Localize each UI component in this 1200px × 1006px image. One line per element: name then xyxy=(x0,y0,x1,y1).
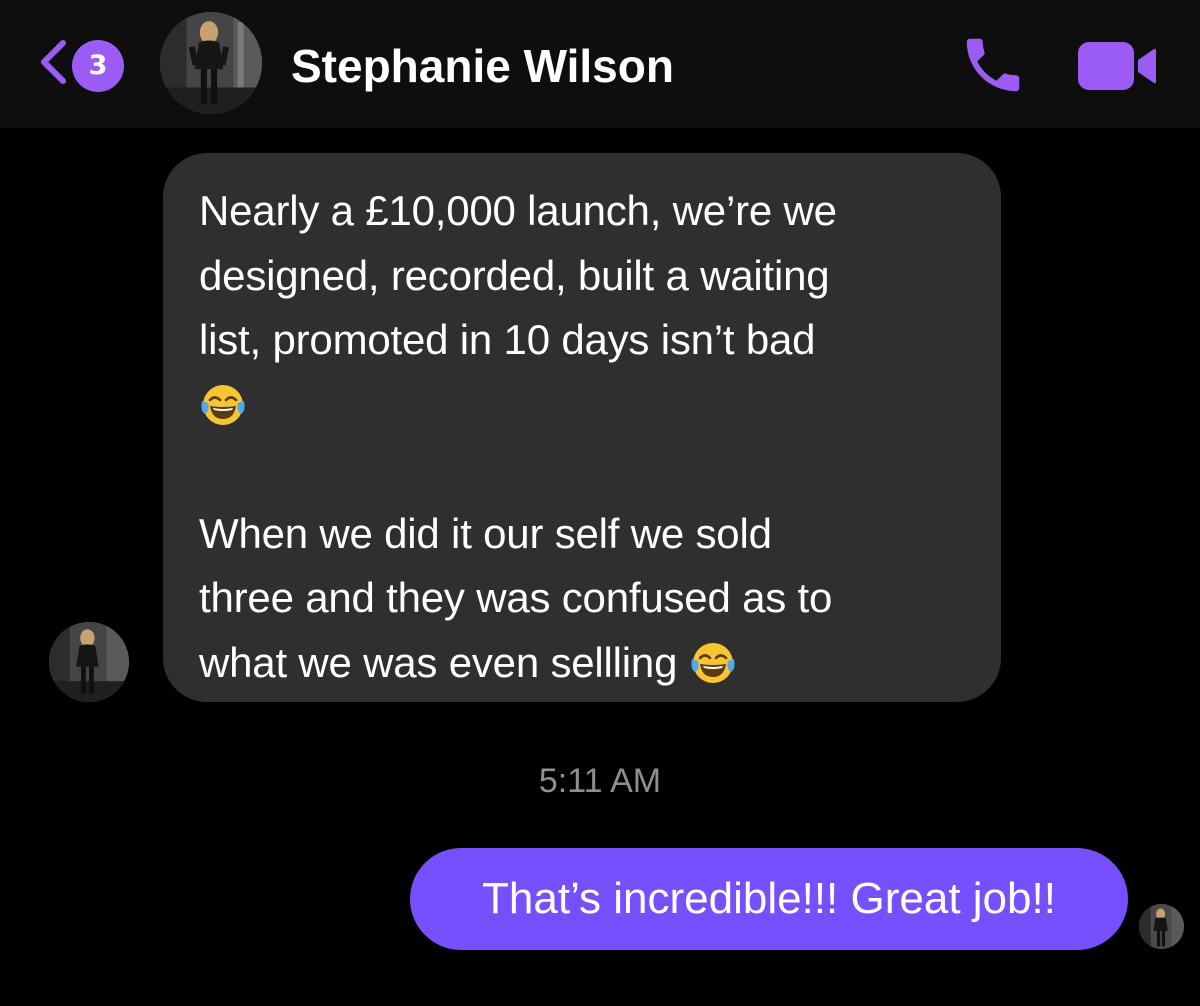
laughing-tears-emoji-icon xyxy=(691,642,735,683)
incoming-message-bubble[interactable]: Nearly a £10,000 launch, we’re we design… xyxy=(163,153,1001,702)
message-line: three and they was confused as to xyxy=(199,574,833,621)
message-emoji-line xyxy=(199,373,971,438)
contact-avatar[interactable] xyxy=(160,12,262,114)
message-timestamp: 5:11 AM xyxy=(538,762,662,800)
read-receipt-avatar xyxy=(1139,904,1184,949)
video-camera-icon[interactable] xyxy=(1076,38,1158,94)
sender-avatar[interactable] xyxy=(49,622,129,702)
chat-header: 3 Stephanie Wilson xyxy=(0,0,1200,128)
avatar-photo xyxy=(1139,904,1184,949)
message-line: designed, recorded, built a waiting xyxy=(199,251,830,299)
phone-icon[interactable] xyxy=(958,30,1028,100)
message-line: list, promoted in 10 days isn’t bad xyxy=(199,316,816,363)
chevron-left-icon[interactable] xyxy=(34,38,74,86)
message-line-with-emoji: what we was even sellling xyxy=(199,631,971,696)
unread-count-badge[interactable]: 3 xyxy=(72,40,124,92)
contact-name[interactable]: Stephanie Wilson xyxy=(291,38,674,94)
avatar-photo xyxy=(49,622,129,702)
avatar-photo xyxy=(160,12,262,114)
message-line: what we was even sellling xyxy=(199,638,678,686)
message-line: Nearly a £10,000 launch, we’re we xyxy=(199,187,837,234)
outgoing-message-bubble[interactable]: That’s incredible!!! Great job!! xyxy=(410,848,1128,950)
message-line: When we did it our self we sold xyxy=(199,509,772,557)
laughing-tears-emoji-icon xyxy=(201,384,245,425)
